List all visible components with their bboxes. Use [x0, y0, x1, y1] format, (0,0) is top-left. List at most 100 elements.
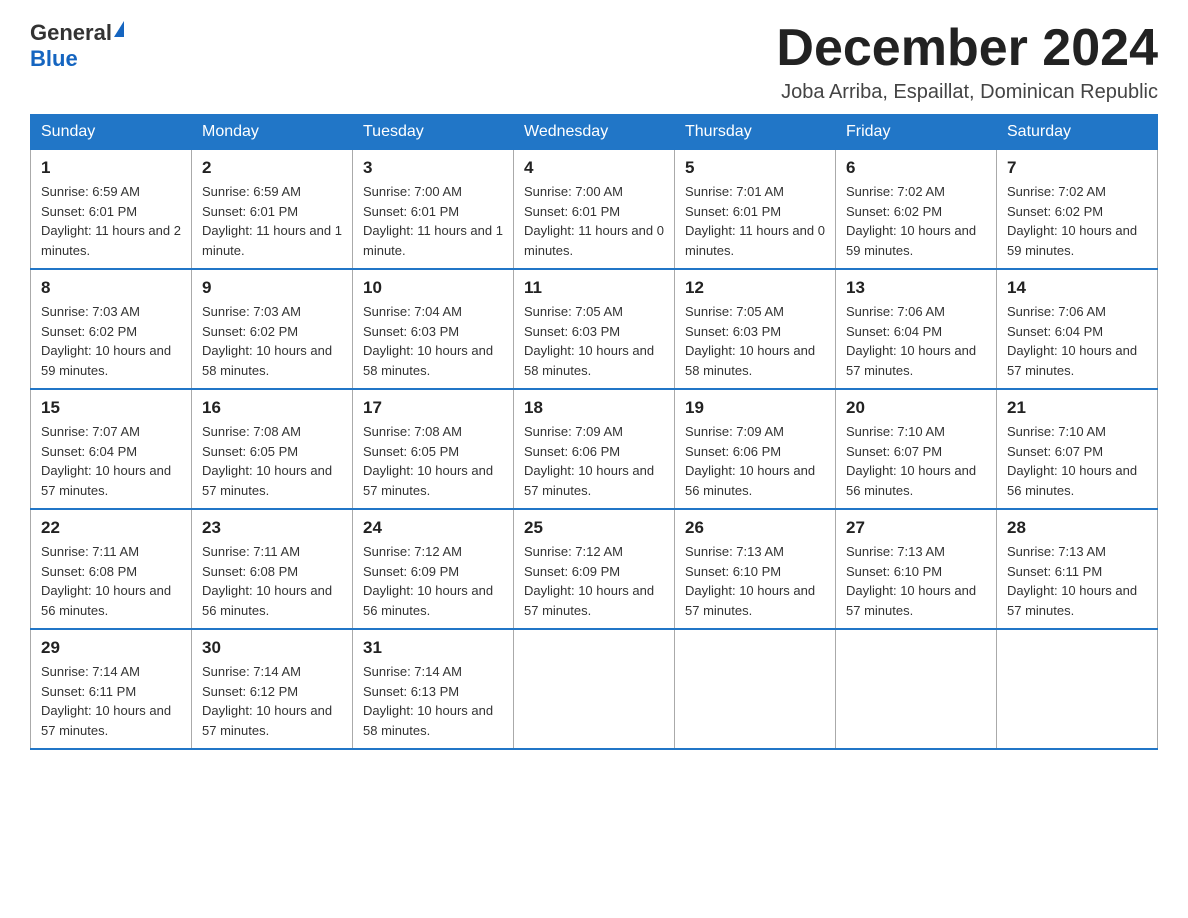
calendar-day-header: Wednesday: [514, 115, 675, 150]
day-info: Sunrise: 7:02 AM Sunset: 6:02 PM Dayligh…: [846, 182, 986, 260]
day-info: Sunrise: 7:06 AM Sunset: 6:04 PM Dayligh…: [1007, 302, 1147, 380]
logo: General Blue: [30, 20, 126, 72]
day-number: 6: [846, 158, 986, 178]
day-number: 16: [202, 398, 342, 418]
day-info: Sunrise: 6:59 AM Sunset: 6:01 PM Dayligh…: [41, 182, 181, 260]
day-number: 27: [846, 518, 986, 538]
calendar-cell: 27 Sunrise: 7:13 AM Sunset: 6:10 PM Dayl…: [836, 509, 997, 629]
calendar-cell: 16 Sunrise: 7:08 AM Sunset: 6:05 PM Dayl…: [192, 389, 353, 509]
calendar-cell: 14 Sunrise: 7:06 AM Sunset: 6:04 PM Dayl…: [997, 269, 1158, 389]
day-number: 10: [363, 278, 503, 298]
calendar-cell: 11 Sunrise: 7:05 AM Sunset: 6:03 PM Dayl…: [514, 269, 675, 389]
calendar-cell: 21 Sunrise: 7:10 AM Sunset: 6:07 PM Dayl…: [997, 389, 1158, 509]
calendar-cell: 25 Sunrise: 7:12 AM Sunset: 6:09 PM Dayl…: [514, 509, 675, 629]
day-info: Sunrise: 7:04 AM Sunset: 6:03 PM Dayligh…: [363, 302, 503, 380]
day-number: 13: [846, 278, 986, 298]
day-info: Sunrise: 7:12 AM Sunset: 6:09 PM Dayligh…: [524, 542, 664, 620]
calendar-cell: [675, 629, 836, 749]
calendar-body: 1 Sunrise: 6:59 AM Sunset: 6:01 PM Dayli…: [31, 150, 1158, 750]
calendar-cell: 22 Sunrise: 7:11 AM Sunset: 6:08 PM Dayl…: [31, 509, 192, 629]
calendar-cell: 30 Sunrise: 7:14 AM Sunset: 6:12 PM Dayl…: [192, 629, 353, 749]
day-number: 12: [685, 278, 825, 298]
calendar-cell: 5 Sunrise: 7:01 AM Sunset: 6:01 PM Dayli…: [675, 150, 836, 270]
day-info: Sunrise: 7:08 AM Sunset: 6:05 PM Dayligh…: [202, 422, 342, 500]
location-title: Joba Arriba, Espaillat, Dominican Republ…: [776, 81, 1158, 104]
calendar-cell: 3 Sunrise: 7:00 AM Sunset: 6:01 PM Dayli…: [353, 150, 514, 270]
day-number: 8: [41, 278, 181, 298]
calendar-cell: 9 Sunrise: 7:03 AM Sunset: 6:02 PM Dayli…: [192, 269, 353, 389]
calendar-cell: 15 Sunrise: 7:07 AM Sunset: 6:04 PM Dayl…: [31, 389, 192, 509]
day-number: 31: [363, 638, 503, 658]
day-info: Sunrise: 7:05 AM Sunset: 6:03 PM Dayligh…: [524, 302, 664, 380]
day-info: Sunrise: 7:09 AM Sunset: 6:06 PM Dayligh…: [524, 422, 664, 500]
day-number: 3: [363, 158, 503, 178]
day-info: Sunrise: 7:14 AM Sunset: 6:13 PM Dayligh…: [363, 662, 503, 740]
day-info: Sunrise: 7:05 AM Sunset: 6:03 PM Dayligh…: [685, 302, 825, 380]
day-info: Sunrise: 7:13 AM Sunset: 6:10 PM Dayligh…: [685, 542, 825, 620]
calendar-cell: 7 Sunrise: 7:02 AM Sunset: 6:02 PM Dayli…: [997, 150, 1158, 270]
calendar-day-header: Friday: [836, 115, 997, 150]
calendar-day-header: Sunday: [31, 115, 192, 150]
page-header: General Blue December 2024 Joba Arriba, …: [30, 20, 1158, 104]
day-number: 11: [524, 278, 664, 298]
day-number: 30: [202, 638, 342, 658]
day-number: 20: [846, 398, 986, 418]
calendar-week-row: 29 Sunrise: 7:14 AM Sunset: 6:11 PM Dayl…: [31, 629, 1158, 749]
day-number: 24: [363, 518, 503, 538]
day-number: 1: [41, 158, 181, 178]
day-number: 17: [363, 398, 503, 418]
day-info: Sunrise: 7:00 AM Sunset: 6:01 PM Dayligh…: [363, 182, 503, 260]
day-number: 15: [41, 398, 181, 418]
calendar-day-header: Thursday: [675, 115, 836, 150]
calendar-cell: 6 Sunrise: 7:02 AM Sunset: 6:02 PM Dayli…: [836, 150, 997, 270]
calendar-cell: 23 Sunrise: 7:11 AM Sunset: 6:08 PM Dayl…: [192, 509, 353, 629]
day-info: Sunrise: 7:14 AM Sunset: 6:12 PM Dayligh…: [202, 662, 342, 740]
logo-blue-text: Blue: [30, 46, 78, 72]
day-info: Sunrise: 7:06 AM Sunset: 6:04 PM Dayligh…: [846, 302, 986, 380]
calendar-cell: 8 Sunrise: 7:03 AM Sunset: 6:02 PM Dayli…: [31, 269, 192, 389]
calendar-cell: 26 Sunrise: 7:13 AM Sunset: 6:10 PM Dayl…: [675, 509, 836, 629]
day-info: Sunrise: 7:10 AM Sunset: 6:07 PM Dayligh…: [1007, 422, 1147, 500]
day-number: 9: [202, 278, 342, 298]
calendar-cell: 4 Sunrise: 7:00 AM Sunset: 6:01 PM Dayli…: [514, 150, 675, 270]
title-area: December 2024 Joba Arriba, Espaillat, Do…: [776, 20, 1158, 104]
day-number: 29: [41, 638, 181, 658]
day-number: 4: [524, 158, 664, 178]
calendar-week-row: 1 Sunrise: 6:59 AM Sunset: 6:01 PM Dayli…: [31, 150, 1158, 270]
day-number: 23: [202, 518, 342, 538]
day-number: 28: [1007, 518, 1147, 538]
day-info: Sunrise: 7:03 AM Sunset: 6:02 PM Dayligh…: [202, 302, 342, 380]
day-info: Sunrise: 7:12 AM Sunset: 6:09 PM Dayligh…: [363, 542, 503, 620]
calendar-table: SundayMondayTuesdayWednesdayThursdayFrid…: [30, 114, 1158, 750]
calendar-cell: 20 Sunrise: 7:10 AM Sunset: 6:07 PM Dayl…: [836, 389, 997, 509]
calendar-day-header: Monday: [192, 115, 353, 150]
day-info: Sunrise: 7:09 AM Sunset: 6:06 PM Dayligh…: [685, 422, 825, 500]
day-number: 2: [202, 158, 342, 178]
calendar-week-row: 15 Sunrise: 7:07 AM Sunset: 6:04 PM Dayl…: [31, 389, 1158, 509]
day-number: 21: [1007, 398, 1147, 418]
calendar-cell: 29 Sunrise: 7:14 AM Sunset: 6:11 PM Dayl…: [31, 629, 192, 749]
day-info: Sunrise: 7:11 AM Sunset: 6:08 PM Dayligh…: [41, 542, 181, 620]
calendar-week-row: 8 Sunrise: 7:03 AM Sunset: 6:02 PM Dayli…: [31, 269, 1158, 389]
calendar-cell: [836, 629, 997, 749]
day-number: 22: [41, 518, 181, 538]
day-info: Sunrise: 7:13 AM Sunset: 6:11 PM Dayligh…: [1007, 542, 1147, 620]
day-info: Sunrise: 7:11 AM Sunset: 6:08 PM Dayligh…: [202, 542, 342, 620]
calendar-day-header: Tuesday: [353, 115, 514, 150]
day-number: 19: [685, 398, 825, 418]
day-number: 25: [524, 518, 664, 538]
day-info: Sunrise: 7:07 AM Sunset: 6:04 PM Dayligh…: [41, 422, 181, 500]
logo-general-text: General: [30, 20, 112, 46]
calendar-cell: 12 Sunrise: 7:05 AM Sunset: 6:03 PM Dayl…: [675, 269, 836, 389]
calendar-week-row: 22 Sunrise: 7:11 AM Sunset: 6:08 PM Dayl…: [31, 509, 1158, 629]
day-number: 18: [524, 398, 664, 418]
month-title: December 2024: [776, 20, 1158, 77]
calendar-cell: 10 Sunrise: 7:04 AM Sunset: 6:03 PM Dayl…: [353, 269, 514, 389]
day-info: Sunrise: 7:03 AM Sunset: 6:02 PM Dayligh…: [41, 302, 181, 380]
calendar-cell: 2 Sunrise: 6:59 AM Sunset: 6:01 PM Dayli…: [192, 150, 353, 270]
calendar-header-row: SundayMondayTuesdayWednesdayThursdayFrid…: [31, 115, 1158, 150]
calendar-cell: 19 Sunrise: 7:09 AM Sunset: 6:06 PM Dayl…: [675, 389, 836, 509]
calendar-cell: 18 Sunrise: 7:09 AM Sunset: 6:06 PM Dayl…: [514, 389, 675, 509]
calendar-cell: 17 Sunrise: 7:08 AM Sunset: 6:05 PM Dayl…: [353, 389, 514, 509]
calendar-cell: 1 Sunrise: 6:59 AM Sunset: 6:01 PM Dayli…: [31, 150, 192, 270]
